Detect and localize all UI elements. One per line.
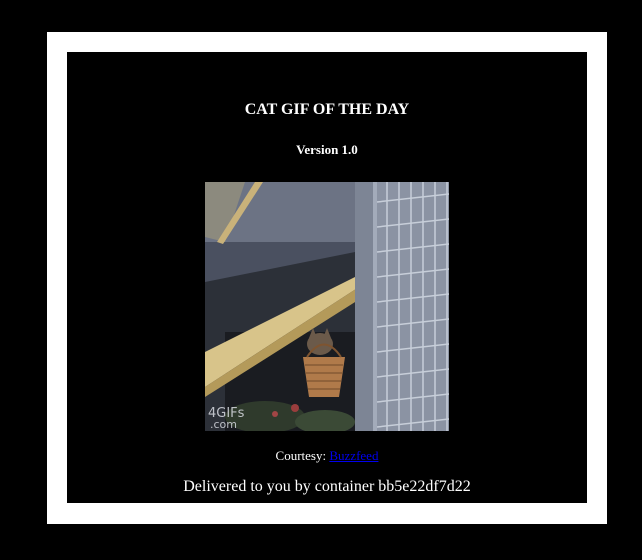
content-panel: CAT GIF OF THE DAY Version 1.0 4GIFs .co… — [67, 52, 587, 503]
page-title: CAT GIF OF THE DAY — [244, 101, 410, 118]
courtesy-label: Courtesy: — [275, 448, 327, 463]
white-frame: CAT GIF OF THE DAY Version 1.0 4GIFs .co… — [47, 32, 607, 524]
cat-gif-picture: 4GIFs .com — [205, 182, 449, 431]
buzzfeed-link[interactable]: Buzzfeed — [329, 448, 378, 463]
courtesy-line: Courtesy: Buzzfeed — [67, 447, 587, 465]
version-label: Version 1.0 — [296, 142, 358, 157]
watermark-text-line2: .com — [210, 418, 237, 431]
cat-gif-image: 4GIFs .com — [205, 182, 449, 431]
page-background: CAT GIF OF THE DAY Version 1.0 4GIFs .co… — [0, 0, 642, 560]
delivered-by-text: Delivered to you by container bb5e22df7d… — [183, 478, 471, 495]
